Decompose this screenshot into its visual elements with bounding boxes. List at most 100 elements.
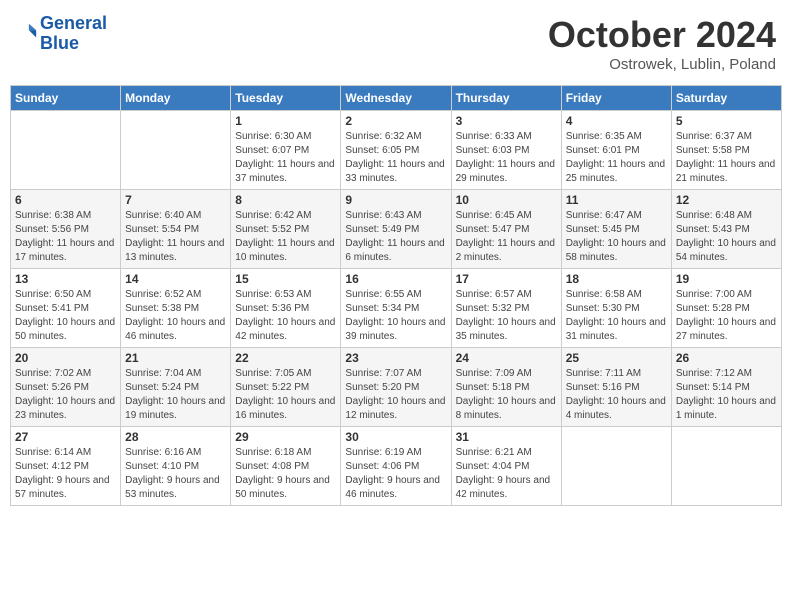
calendar-week-row: 13 Sunrise: 6:50 AMSunset: 5:41 PMDayligh… [11, 269, 782, 348]
calendar-day-cell: 31 Sunrise: 6:21 AMSunset: 4:04 PMDayligh… [451, 427, 561, 506]
day-number: 1 [235, 114, 336, 128]
day-detail: Sunrise: 6:50 AMSunset: 5:41 PMDaylight:… [15, 288, 116, 344]
day-number: 16 [345, 272, 446, 286]
day-number: 3 [456, 114, 557, 128]
day-detail: Sunrise: 6:53 AMSunset: 5:36 PMDaylight:… [235, 288, 336, 344]
day-number: 24 [456, 351, 557, 365]
weekday-header: Monday [121, 86, 231, 111]
calendar-day-cell: 2 Sunrise: 6:32 AMSunset: 6:05 PMDaylight… [341, 111, 451, 190]
day-number: 4 [566, 114, 667, 128]
day-detail: Sunrise: 6:40 AMSunset: 5:54 PMDaylight:… [125, 209, 226, 265]
day-number: 13 [15, 272, 116, 286]
calendar-day-cell: 15Sunrise: 6:53 AMSunset: 5:36 PMDayligh… [231, 269, 341, 348]
day-number: 28 [125, 430, 226, 444]
calendar-day-cell: 13 Sunrise: 6:50 AMSunset: 5:41 PMDayligh… [11, 269, 121, 348]
day-number: 21 [125, 351, 226, 365]
calendar-day-cell: 5 Sunrise: 6:37 AMSunset: 5:58 PMDaylight… [671, 111, 781, 190]
calendar-day-cell [671, 427, 781, 506]
calendar-day-cell: 17Sunrise: 6:57 AMSunset: 5:32 PMDayligh… [451, 269, 561, 348]
day-number: 26 [676, 351, 777, 365]
weekday-header: Saturday [671, 86, 781, 111]
day-detail: Sunrise: 6:52 AMSunset: 5:38 PMDaylight:… [125, 288, 226, 344]
day-number: 29 [235, 430, 336, 444]
day-detail: Sunrise: 6:58 AMSunset: 5:30 PMDaylight:… [566, 288, 667, 344]
weekday-header: Tuesday [231, 86, 341, 111]
calendar-week-row: 6 Sunrise: 6:38 AMSunset: 5:56 PMDaylight… [11, 190, 782, 269]
day-number: 18 [566, 272, 667, 286]
day-number: 6 [15, 193, 116, 207]
day-number: 22 [235, 351, 336, 365]
calendar-day-cell: 3 Sunrise: 6:33 AMSunset: 6:03 PMDaylight… [451, 111, 561, 190]
day-number: 5 [676, 114, 777, 128]
calendar-day-cell: 27Sunrise: 6:14 AMSunset: 4:12 PMDayligh… [11, 427, 121, 506]
logo-line2: Blue [40, 33, 79, 53]
day-detail: Sunrise: 6:18 AMSunset: 4:08 PMDaylight:… [235, 446, 336, 502]
calendar-day-cell: 18 Sunrise: 6:58 AMSunset: 5:30 PMDayligh… [561, 269, 671, 348]
calendar-header-row: SundayMondayTuesdayWednesdayThursdayFrid… [11, 86, 782, 111]
day-number: 25 [566, 351, 667, 365]
calendar-day-cell: 7 Sunrise: 6:40 AMSunset: 5:54 PMDaylight… [121, 190, 231, 269]
day-detail: Sunrise: 7:05 AMSunset: 5:22 PMDaylight:… [235, 367, 336, 423]
calendar-day-cell: 1 Sunrise: 6:30 AMSunset: 6:07 PMDaylight… [231, 111, 341, 190]
calendar-day-cell: 12Sunrise: 6:48 AMSunset: 5:43 PMDayligh… [671, 190, 781, 269]
logo: General Blue [16, 14, 107, 54]
day-number: 30 [345, 430, 446, 444]
calendar-day-cell: 23 Sunrise: 7:07 AMSunset: 5:20 PMDayligh… [341, 348, 451, 427]
calendar-day-cell: 20Sunrise: 7:02 AMSunset: 5:26 PMDayligh… [11, 348, 121, 427]
day-detail: Sunrise: 7:12 AMSunset: 5:14 PMDaylight:… [676, 367, 777, 423]
day-detail: Sunrise: 6:21 AMSunset: 4:04 PMDaylight:… [456, 446, 557, 502]
day-detail: Sunrise: 6:37 AMSunset: 5:58 PMDaylight:… [676, 130, 777, 186]
day-detail: Sunrise: 7:00 AMSunset: 5:28 PMDaylight:… [676, 288, 777, 344]
day-number: 7 [125, 193, 226, 207]
calendar-table: SundayMondayTuesdayWednesdayThursdayFrid… [10, 85, 782, 506]
calendar-day-cell: 30 Sunrise: 6:19 AMSunset: 4:06 PMDayligh… [341, 427, 451, 506]
calendar-day-cell [121, 111, 231, 190]
weekday-header: Wednesday [341, 86, 451, 111]
calendar-week-row: 27Sunrise: 6:14 AMSunset: 4:12 PMDayligh… [11, 427, 782, 506]
day-detail: Sunrise: 6:55 AMSunset: 5:34 PMDaylight:… [345, 288, 446, 344]
day-number: 31 [456, 430, 557, 444]
day-number: 19 [676, 272, 777, 286]
day-detail: Sunrise: 6:35 AMSunset: 6:01 PMDaylight:… [566, 130, 667, 186]
weekday-header: Thursday [451, 86, 561, 111]
calendar-day-cell: 11Sunrise: 6:47 AMSunset: 5:45 PMDayligh… [561, 190, 671, 269]
day-detail: Sunrise: 6:42 AMSunset: 5:52 PMDaylight:… [235, 209, 336, 265]
calendar-week-row: 20Sunrise: 7:02 AMSunset: 5:26 PMDayligh… [11, 348, 782, 427]
day-detail: Sunrise: 7:07 AMSunset: 5:20 PMDaylight:… [345, 367, 446, 423]
calendar-day-cell: 10Sunrise: 6:45 AMSunset: 5:47 PMDayligh… [451, 190, 561, 269]
calendar-day-cell: 16 Sunrise: 6:55 AMSunset: 5:34 PMDayligh… [341, 269, 451, 348]
calendar-day-cell: 29 Sunrise: 6:18 AMSunset: 4:08 PMDayligh… [231, 427, 341, 506]
calendar-day-cell [561, 427, 671, 506]
day-detail: Sunrise: 6:32 AMSunset: 6:05 PMDaylight:… [345, 130, 446, 186]
calendar-day-cell: 9Sunrise: 6:43 AMSunset: 5:49 PMDaylight… [341, 190, 451, 269]
day-detail: Sunrise: 6:19 AMSunset: 4:06 PMDaylight:… [345, 446, 446, 502]
calendar-day-cell: 8 Sunrise: 6:42 AMSunset: 5:52 PMDaylight… [231, 190, 341, 269]
day-number: 20 [15, 351, 116, 365]
day-detail: Sunrise: 6:45 AMSunset: 5:47 PMDaylight:… [456, 209, 557, 265]
day-number: 11 [566, 193, 667, 207]
day-detail: Sunrise: 6:30 AMSunset: 6:07 PMDaylight:… [235, 130, 336, 186]
day-detail: Sunrise: 6:16 AMSunset: 4:10 PMDaylight:… [125, 446, 226, 502]
location-subtitle: Ostrowek, Lublin, Poland [548, 56, 776, 73]
logo-line1: General [40, 13, 107, 33]
calendar-day-cell: 14Sunrise: 6:52 AMSunset: 5:38 PMDayligh… [121, 269, 231, 348]
day-detail: Sunrise: 7:09 AMSunset: 5:18 PMDaylight:… [456, 367, 557, 423]
day-number: 9 [345, 193, 446, 207]
day-detail: Sunrise: 6:48 AMSunset: 5:43 PMDaylight:… [676, 209, 777, 265]
day-detail: Sunrise: 6:38 AMSunset: 5:56 PMDaylight:… [15, 209, 116, 265]
calendar-day-cell: 19 Sunrise: 7:00 AMSunset: 5:28 PMDayligh… [671, 269, 781, 348]
calendar-day-cell: 24 Sunrise: 7:09 AMSunset: 5:18 PMDayligh… [451, 348, 561, 427]
day-number: 17 [456, 272, 557, 286]
day-detail: Sunrise: 6:33 AMSunset: 6:03 PMDaylight:… [456, 130, 557, 186]
day-detail: Sunrise: 7:11 AMSunset: 5:16 PMDaylight:… [566, 367, 667, 423]
day-detail: Sunrise: 7:04 AMSunset: 5:24 PMDaylight:… [125, 367, 226, 423]
calendar-day-cell: 21 Sunrise: 7:04 AMSunset: 5:24 PMDayligh… [121, 348, 231, 427]
logo-text: General Blue [40, 14, 107, 54]
day-number: 8 [235, 193, 336, 207]
day-number: 2 [345, 114, 446, 128]
weekday-header: Sunday [11, 86, 121, 111]
weekday-header: Friday [561, 86, 671, 111]
day-number: 23 [345, 351, 446, 365]
day-detail: Sunrise: 6:14 AMSunset: 4:12 PMDaylight:… [15, 446, 116, 502]
logo-icon [16, 21, 38, 43]
